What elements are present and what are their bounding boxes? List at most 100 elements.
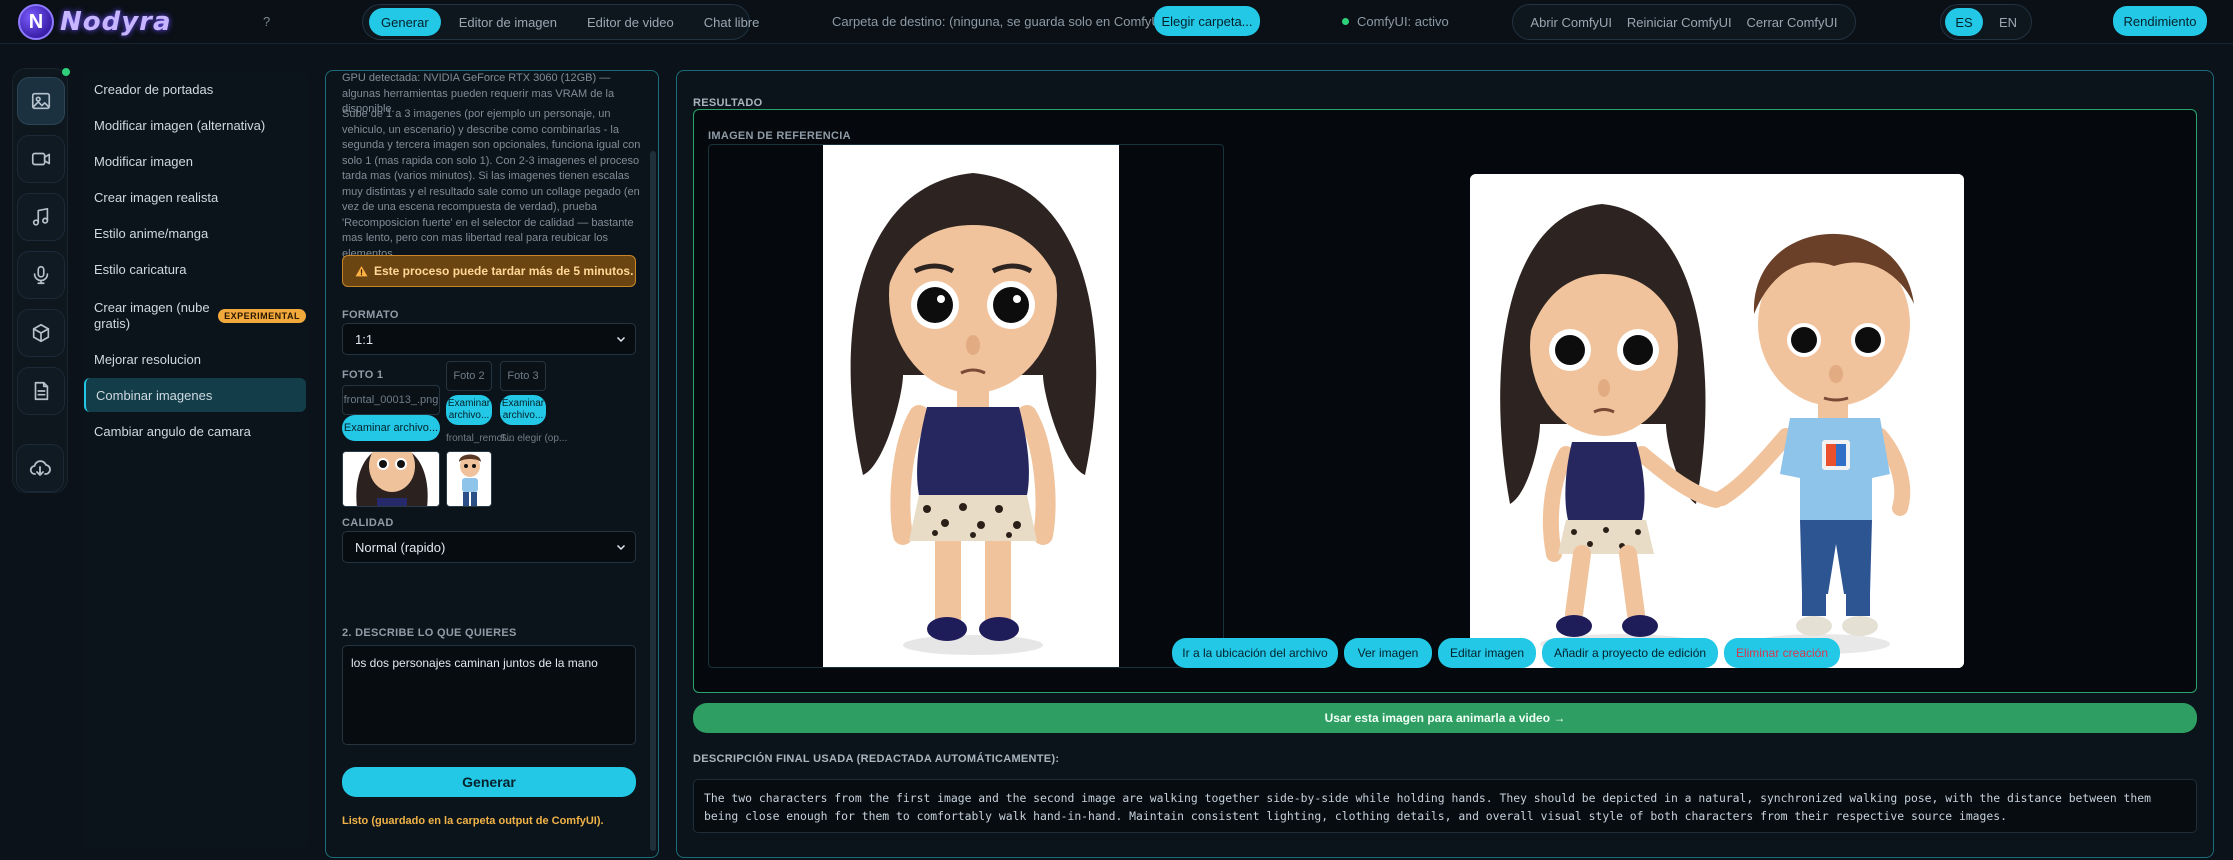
- close-comfyui-button[interactable]: Cerrar ComfyUI: [1747, 15, 1838, 30]
- girl-figure-reference-image: [823, 145, 1119, 667]
- tool-combinar-imagenes[interactable]: Combinar imagenes: [84, 378, 306, 412]
- delete-creation-button[interactable]: Eliminar creación: [1724, 638, 1840, 668]
- tool-estilo-caricatura[interactable]: Estilo caricatura: [84, 252, 306, 286]
- prompt-textarea[interactable]: los dos personajes caminan juntos de la …: [342, 645, 636, 745]
- logo-mark-icon: N: [18, 4, 54, 40]
- mode-tabs: Generar Editor de imagen Editor de video…: [362, 4, 759, 40]
- tool-crear-imagen-realista[interactable]: Crear imagen realista: [84, 180, 306, 214]
- tool-label: Crear imagen realista: [94, 189, 219, 205]
- lang-en-button[interactable]: EN: [1989, 8, 2027, 36]
- cloud-download-icon: [29, 460, 51, 476]
- boy-figure-thumbnail-image: [447, 452, 491, 506]
- tool-list: Creador de portadas Modificar imagen (al…: [82, 72, 308, 848]
- rail-3d[interactable]: [17, 309, 65, 357]
- open-comfyui-button[interactable]: Abrir ComfyUI: [1530, 15, 1612, 30]
- photo3-label: Foto 3: [500, 361, 546, 391]
- reference-image[interactable]: [823, 145, 1119, 667]
- cube-icon: [32, 323, 50, 343]
- language-switch: ES EN: [1940, 4, 2032, 40]
- restart-comfyui-button[interactable]: Reiniciar ComfyUI: [1627, 15, 1732, 30]
- music-note-icon: [32, 207, 49, 226]
- quality-select[interactable]: Normal (rapido): [342, 531, 636, 563]
- rail-document[interactable]: [17, 367, 65, 415]
- format-label: FORMATO: [342, 309, 399, 321]
- girl-figure-thumbnail-image: [343, 452, 439, 506]
- document-icon: [34, 381, 49, 401]
- tool-label: Combinar imagenes: [96, 387, 213, 403]
- choose-folder-button[interactable]: Elegir carpeta...: [1154, 6, 1260, 36]
- browse-photo1-button[interactable]: Examinar archivo...: [342, 415, 440, 441]
- tool-estilo-anime[interactable]: Estilo anime/manga: [84, 216, 306, 250]
- photo1-thumbnail[interactable]: [342, 451, 440, 507]
- experimental-badge: EXPERIMENTAL: [218, 309, 306, 323]
- tool-modificar-imagen-alt[interactable]: Modificar imagen (alternativa): [84, 108, 306, 142]
- add-to-project-button[interactable]: Añadir a proyecto de edición: [1542, 638, 1718, 668]
- photo1-label: FOTO 1: [342, 369, 384, 381]
- reference-image-frame: [708, 144, 1224, 668]
- photo3-file-name: Sin elegir (op...: [500, 433, 568, 444]
- comfyui-controls: Abrir ComfyUI Reiniciar ComfyUI Cerrar C…: [1512, 4, 1856, 40]
- tool-mejorar-resolucion[interactable]: Mejorar resolucion: [84, 342, 306, 376]
- couple-walking-generated-image: [1470, 174, 1964, 668]
- panel-scrollbar[interactable]: [650, 151, 656, 851]
- help-button[interactable]: ?: [263, 14, 270, 29]
- performance-button[interactable]: Rendimiento: [2113, 6, 2207, 36]
- tool-label: Estilo caricatura: [94, 261, 187, 277]
- tool-crear-imagen-nube[interactable]: Crear imagen (nube gratis) EXPERIMENTAL: [84, 294, 306, 338]
- generate-button[interactable]: Generar: [342, 767, 636, 797]
- quality-value: Normal (rapido): [355, 539, 446, 555]
- top-bar: N Nodyra ? Generar Editor de imagen Edit…: [0, 0, 2233, 44]
- tool-cambiar-angulo[interactable]: Cambiar angulo de camara: [84, 414, 306, 448]
- instructions-text: Sube de 1 a 3 imagenes (por ejemplo un p…: [342, 108, 641, 260]
- rail-image[interactable]: [17, 77, 65, 125]
- status-dot-icon: [1342, 18, 1349, 25]
- animate-to-video-button[interactable]: Usar esta imagen para animarla a video →: [693, 703, 2197, 733]
- rail-music[interactable]: [17, 193, 65, 241]
- tool-label: Modificar imagen (alternativa): [94, 117, 266, 133]
- tool-label: Estilo anime/manga: [94, 225, 209, 241]
- video-camera-icon: [31, 152, 51, 166]
- describe-label: 2. DESCRIBE LO QUE QUIERES: [342, 627, 517, 639]
- status-text: ComfyUI: activo: [1357, 14, 1449, 29]
- quality-label: CALIDAD: [342, 517, 394, 529]
- chevron-down-icon: [616, 336, 626, 343]
- browse-photo3-button[interactable]: Examinar archivo...: [500, 395, 546, 425]
- tab-editor-video[interactable]: Editor de video: [575, 8, 686, 36]
- generated-image[interactable]: [1470, 174, 1964, 668]
- rail-voice[interactable]: [17, 251, 65, 299]
- tool-creador-portadas[interactable]: Creador de portadas: [84, 72, 306, 106]
- rail-cloud[interactable]: [16, 444, 64, 492]
- warning-icon: [355, 265, 368, 276]
- tab-generar[interactable]: Generar: [369, 8, 441, 36]
- tab-chat-libre[interactable]: Chat libre: [692, 8, 772, 36]
- photo2-thumbnail[interactable]: [446, 451, 492, 507]
- category-rail: [12, 68, 68, 493]
- image-icon: [31, 92, 51, 110]
- destination-folder-label: Carpeta de destino: (ninguna, se guarda …: [832, 14, 1209, 29]
- tab-editor-imagen[interactable]: Editor de imagen: [447, 8, 569, 36]
- tool-label: Cambiar angulo de camara: [94, 423, 251, 439]
- rail-video[interactable]: [17, 135, 65, 183]
- photo1-file-name: frontal_00013_.png: [342, 385, 440, 415]
- chevron-down-icon: [616, 544, 626, 551]
- result-viewer: IMAGEN DE REFERENCIA Ir a la ubicación d…: [693, 109, 2197, 693]
- tool-label: Mejorar resolucion: [94, 351, 201, 367]
- edit-image-button[interactable]: Editar imagen: [1438, 638, 1536, 668]
- result-label: RESULTADO: [693, 97, 763, 109]
- reference-image-label: IMAGEN DE REFERENCIA: [708, 130, 851, 142]
- tool-label: Crear imagen (nube gratis): [94, 300, 210, 331]
- app-name: Nodyra: [60, 7, 172, 37]
- online-indicator-icon: [62, 68, 70, 76]
- app-logo[interactable]: N Nodyra: [18, 4, 172, 40]
- lang-es-button[interactable]: ES: [1945, 8, 1983, 36]
- result-panel: RESULTADO IMAGEN DE REFERENCIA Ir a la u…: [676, 70, 2214, 858]
- format-select[interactable]: 1:1: [342, 323, 636, 355]
- status-message: Listo (guardado en la carpeta output de …: [342, 815, 604, 827]
- browse-photo2-button[interactable]: Examinar archivo...: [446, 395, 492, 425]
- open-file-location-button[interactable]: Ir a la ubicación del archivo: [1172, 638, 1338, 668]
- final-description-text: The two characters from the first image …: [693, 779, 2197, 833]
- options-panel: GPU detectada: NVIDIA GeForce RTX 3060 (…: [325, 70, 659, 858]
- tool-modificar-imagen[interactable]: Modificar imagen: [84, 144, 306, 178]
- view-image-button[interactable]: Ver imagen: [1344, 638, 1432, 668]
- tool-label: Creador de portadas: [94, 81, 214, 97]
